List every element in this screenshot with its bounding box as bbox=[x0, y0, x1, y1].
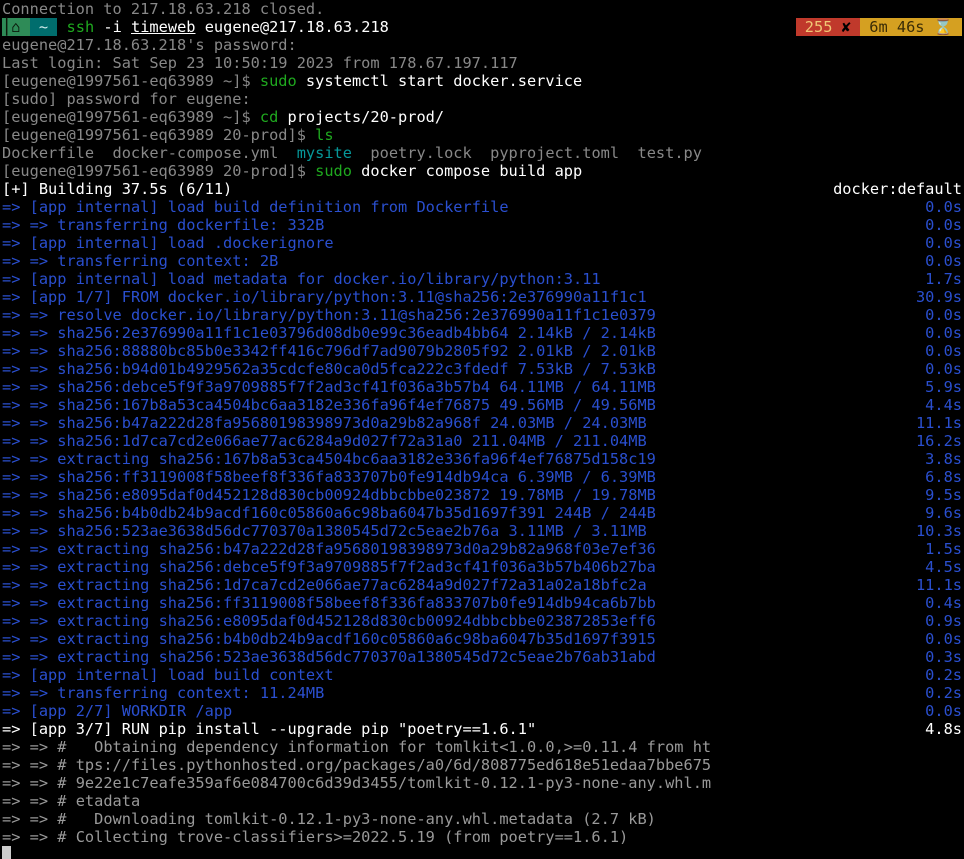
build-step-line: => => extracting sha256:b47a222d28fa9568… bbox=[2, 540, 656, 558]
ls-dir-mysite: mysite bbox=[297, 144, 352, 162]
last-login-line: Last login: Sat Sep 23 10:50:19 2023 fro… bbox=[2, 54, 518, 72]
build-step-line: => [app 1/7] FROM docker.io/library/pyth… bbox=[2, 288, 647, 306]
build-step-line: => [app internal] load build context0.2s bbox=[2, 666, 334, 684]
cmd-ls: ls bbox=[315, 126, 333, 144]
ls-output: Dockerfile docker-compose.yml mysite poe… bbox=[2, 144, 702, 162]
build-log-line: => => # tps://files.pythonhosted.org/pac… bbox=[2, 756, 711, 774]
powerline-prompt: ⎮⌂ ~ ssh -i timeweb eugene@217.18.63.218… bbox=[2, 18, 389, 36]
password-prompt: eugene@217.18.63.218's password: bbox=[2, 36, 297, 54]
shell-prompt-4: [eugene@1997561-eq63989 20-prod]$ bbox=[2, 162, 315, 180]
build-step-line: => => sha256:debce5f9f3a9709885f7f2ad3cf… bbox=[2, 378, 656, 396]
build-step-line: => => sha256:b4b0db24b9acdf160c05860a6c9… bbox=[2, 504, 656, 522]
cmd-sudo: sudo bbox=[260, 72, 297, 90]
build-step-line: => => extracting sha256:167b8a53ca4504bc… bbox=[2, 450, 656, 468]
build-header: [+] Building 37.5s (6/11)docker:default bbox=[2, 180, 232, 198]
shell-prompt-2: [eugene@1997561-eq63989 ~]$ bbox=[2, 108, 260, 126]
build-step-line: => => transferring context: 2B0.0s bbox=[2, 252, 278, 270]
build-step-line: => => sha256:b47a222d28fa95680198398973d… bbox=[2, 414, 647, 432]
build-step-line: => => sha256:ff3119008f58beef8f336fa8337… bbox=[2, 468, 656, 486]
build-step-line: => => sha256:2e376990a11f1c1e03796d08db0… bbox=[2, 324, 656, 342]
build-step-line: => => transferring dockerfile: 332B0.0s bbox=[2, 216, 324, 234]
build-step-line: => => sha256:b94d01b4929562a35cdcfe80ca0… bbox=[2, 360, 656, 378]
sudo-password-prompt: [sudo] password for eugene: bbox=[2, 90, 251, 108]
build-log-line: => => # Obtaining dependency information… bbox=[2, 738, 711, 756]
build-log-line: => => # etadata bbox=[2, 792, 140, 810]
build-step-line: => => extracting sha256:ff3119008f58beef… bbox=[2, 594, 656, 612]
shell-prompt-3: [eugene@1997561-eq63989 20-prod]$ bbox=[2, 126, 315, 144]
build-step-active: => [app 3/7] RUN pip install --upgrade p… bbox=[2, 720, 536, 738]
build-step-line: => => extracting sha256:debce5f9f3a97098… bbox=[2, 558, 656, 576]
build-step-line: => => sha256:88880bc85b0e3342ff416c796df… bbox=[2, 342, 656, 360]
build-step-line: => [app 2/7] WORKDIR /app0.0s bbox=[2, 702, 232, 720]
build-step-line: => => sha256:e8095daf0d452128d830cb00924… bbox=[2, 486, 656, 504]
build-step-line: => => extracting sha256:e8095daf0d452128… bbox=[2, 612, 656, 630]
terminal-output[interactable]: Connection to 217.18.63.218 closed. ⎮⌂ ~… bbox=[0, 0, 964, 859]
build-log-line: => => # Collecting trove-classifiers>=20… bbox=[2, 828, 628, 846]
terminal-cursor bbox=[2, 846, 11, 859]
closed-connection-line: Connection to 217.18.63.218 closed. bbox=[2, 0, 324, 18]
build-step-line: => => resolve docker.io/library/python:3… bbox=[2, 306, 656, 324]
build-step-line: => => sha256:1d7ca7cd2e066ae77ac6284a9d0… bbox=[2, 432, 647, 450]
build-log-line: => => # Downloading tomlkit-0.12.1-py3-n… bbox=[2, 810, 656, 828]
cmd-sudo-2: sudo bbox=[315, 162, 352, 180]
build-log-line: => => # 9e22e1c7eafe359af6e084700c6d39d3… bbox=[2, 774, 711, 792]
build-step-line: => => sha256:523ae3638d56dc770370a138054… bbox=[2, 522, 647, 540]
build-step-line: => [app internal] load .dockerignore0.0s bbox=[2, 234, 334, 252]
build-step-line: => => extracting sha256:b4b0db24b9acdf16… bbox=[2, 630, 656, 648]
cmd-cd: cd bbox=[260, 108, 278, 126]
build-step-line: => => sha256:167b8a53ca4504bc6aa3182e336… bbox=[2, 396, 656, 414]
build-step-line: => => extracting sha256:1d7ca7cd2e066ae7… bbox=[2, 576, 647, 594]
cmd-args-4: docker compose build app bbox=[352, 162, 582, 180]
build-step-line: => [app internal] load metadata for dock… bbox=[2, 270, 601, 288]
build-step-line: => [app internal] load build definition … bbox=[2, 198, 509, 216]
shell-prompt-1: [eugene@1997561-eq63989 ~]$ bbox=[2, 72, 260, 90]
cmd-args-2: projects/20-prod/ bbox=[278, 108, 444, 126]
build-step-line: => => transferring context: 11.24MB0.2s bbox=[2, 684, 324, 702]
cmd-args-1: systemctl start docker.service bbox=[297, 72, 583, 90]
build-step-line: => => extracting sha256:523ae3638d56dc77… bbox=[2, 648, 656, 666]
